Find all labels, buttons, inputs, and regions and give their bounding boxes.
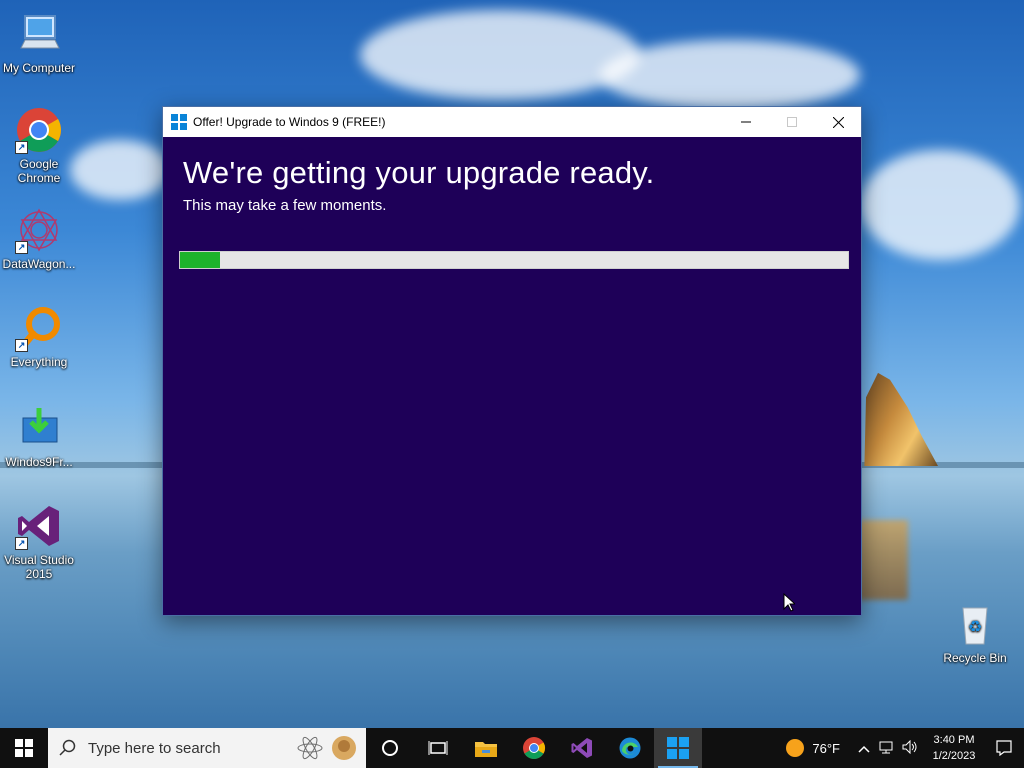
network-icon[interactable]: [878, 740, 894, 757]
close-button[interactable]: [815, 107, 861, 137]
upgrade-progress-bar: [179, 251, 849, 269]
page-subtitle: This may take a few moments.: [183, 197, 387, 214]
chrome-icon: [523, 737, 545, 759]
desktop-icon-windos9[interactable]: Windos9Fr...: [0, 404, 78, 469]
shortcut-arrow-icon: ↗: [15, 339, 28, 352]
search-placeholder: Type here to search: [88, 739, 221, 757]
desktop-icon-recycle-bin[interactable]: ♻ Recycle Bin: [936, 600, 1014, 665]
desktop-icon-my-computer[interactable]: My Computer: [0, 10, 78, 75]
desktop-icon-label: Google Chrome: [17, 157, 61, 185]
search-icon: [48, 739, 88, 757]
wallpaper-cloud: [70, 140, 170, 200]
desktop-icon-label: Windos9Fr...: [5, 455, 73, 469]
desktop-icon-label: Everything: [10, 355, 68, 369]
upgrade-window: Offer! Upgrade to Windos 9 (FREE!) We're…: [162, 106, 862, 616]
volume-icon[interactable]: [902, 739, 918, 757]
everything-search-icon: ↗: [15, 304, 63, 352]
desktop-icon-label: DataWagon...: [2, 257, 76, 271]
shortcut-arrow-icon: ↗: [15, 537, 28, 550]
folder-icon: [475, 742, 497, 757]
maximize-button[interactable]: [769, 107, 815, 137]
taskbar-windos9-upgrade[interactable]: [654, 728, 702, 768]
window-title: Offer! Upgrade to Windos 9 (FREE!): [193, 115, 386, 129]
wallpaper-cloud: [860, 150, 1020, 260]
taskbar-clock[interactable]: 3:40 PM 1/2/2023: [924, 732, 984, 764]
edge-icon: [619, 737, 641, 759]
computer-icon: [15, 10, 63, 58]
clock-time: 3:40 PM: [933, 734, 975, 746]
desktop-icon-label: Recycle Bin: [943, 651, 1007, 665]
notification-icon: [996, 740, 1012, 756]
wallpaper-cloud: [360, 10, 640, 100]
cortana-button[interactable]: [366, 728, 414, 768]
start-button[interactable]: [0, 728, 48, 768]
datawagon-icon: ↗: [15, 206, 63, 254]
desktop-icon-label: Visual Studio 2015: [4, 553, 74, 581]
desktop-icon-everything[interactable]: ↗ Everything: [0, 304, 78, 369]
shortcut-arrow-icon: ↗: [15, 241, 28, 254]
wallpaper-reflection: [858, 520, 908, 600]
weather-sun-icon[interactable]: [786, 739, 805, 757]
page-title: We're getting your upgrade ready.: [183, 155, 655, 190]
task-view-button[interactable]: [414, 728, 462, 768]
taskbar-chrome[interactable]: [510, 728, 558, 768]
weather-temperature[interactable]: 76°F: [812, 741, 840, 756]
shortcut-arrow-icon: ↗: [15, 141, 28, 154]
svg-text:♻: ♻: [968, 617, 982, 636]
desktop-icon-label: My Computer: [2, 61, 76, 75]
wallpaper-rock: [864, 372, 938, 466]
search-highlight-icon: [297, 736, 356, 760]
window-content: We're getting your upgrade ready. This m…: [163, 137, 861, 228]
minimize-icon: [741, 121, 751, 123]
task-view-icon: [428, 741, 448, 755]
taskbar-visual-studio[interactable]: [558, 728, 606, 768]
windows-logo-icon: [667, 737, 689, 759]
wallpaper-cloud: [600, 40, 860, 110]
minimize-button[interactable]: [723, 107, 769, 137]
desktop-icon-datawagon[interactable]: ↗ DataWagon...: [0, 206, 78, 271]
visual-studio-icon: [571, 738, 592, 758]
desktop-icon-google-chrome[interactable]: ↗ Google Chrome: [0, 106, 78, 185]
chevron-up-icon[interactable]: [858, 741, 870, 756]
taskbar-search-box[interactable]: Type here to search: [48, 728, 366, 768]
windows-logo-icon: [171, 114, 187, 130]
windows-start-icon: [15, 739, 33, 757]
notification-center-button[interactable]: [984, 740, 1024, 756]
chrome-icon: ↗: [15, 106, 63, 154]
taskbar-file-explorer[interactable]: [462, 728, 510, 768]
progress-fill: [180, 252, 221, 268]
recycle-bin-icon: ♻: [951, 600, 999, 648]
cortana-circle-icon: [382, 740, 398, 756]
desktop-icon-visual-studio[interactable]: ↗ Visual Studio 2015: [0, 502, 78, 581]
installer-icon: [15, 404, 63, 452]
visual-studio-icon: ↗: [15, 502, 63, 550]
title-bar[interactable]: Offer! Upgrade to Windos 9 (FREE!): [163, 107, 861, 137]
system-tray: 76°F 3:40 PM 1/2/2023: [786, 728, 1024, 768]
taskbar: Type here to search 76°F 3:40 PM 1/2/202…: [0, 728, 1024, 768]
clock-date: 1/2/2023: [932, 750, 976, 762]
mouse-cursor-icon: [783, 593, 795, 612]
maximize-icon: [787, 117, 797, 127]
close-icon: [832, 116, 844, 128]
taskbar-edge[interactable]: [606, 728, 654, 768]
